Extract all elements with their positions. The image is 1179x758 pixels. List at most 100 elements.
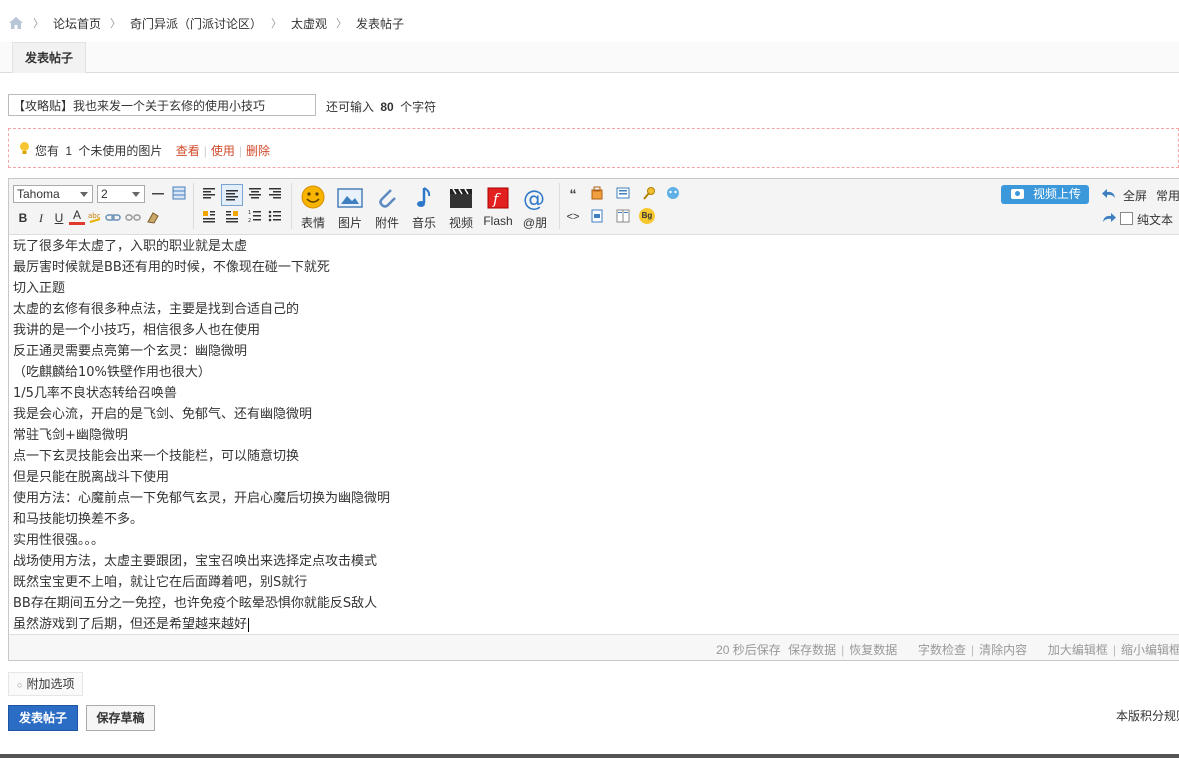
smiley-icon — [301, 185, 325, 209]
editor-text-line: 但是只能在脱离战斗下使用 — [13, 470, 170, 485]
svg-text:@: @ — [523, 187, 545, 212]
unordered-list-icon[interactable] — [267, 209, 283, 225]
board-rules-link[interactable]: 本版积分规则 — [1116, 707, 1179, 724]
music-button[interactable]: 音乐 — [409, 184, 439, 230]
restore-data-link[interactable]: 恢复数据 — [849, 643, 897, 657]
toolbar-separator — [193, 183, 194, 229]
video-upload-button[interactable]: 视频上传 — [1001, 185, 1089, 204]
video-label: 视频 — [448, 216, 473, 230]
unlink-icon[interactable] — [125, 210, 141, 226]
clear-content-link[interactable]: 清除内容 — [979, 643, 1027, 657]
float-right-icon[interactable] — [224, 209, 240, 225]
divider: | — [238, 144, 243, 158]
text-cursor — [248, 617, 250, 632]
svg-text:1: 1 — [248, 210, 251, 216]
index-icon[interactable] — [615, 186, 631, 202]
emoticon-button[interactable]: 表情 — [298, 184, 328, 230]
italic-icon[interactable]: I — [33, 210, 49, 226]
highlight-icon[interactable]: abc — [87, 210, 103, 226]
reply-view-icon[interactable] — [665, 186, 681, 202]
clear-format-icon[interactable] — [145, 210, 161, 226]
divider: | — [971, 643, 975, 657]
tab-new-post[interactable]: 发表帖子 — [12, 42, 87, 73]
chevron-right-icon: 〉 — [33, 18, 44, 30]
editor-text-line: 1/5几率不良状态转给召唤兽 — [13, 386, 177, 401]
align-left-icon[interactable] — [201, 186, 217, 202]
align-justify-left-icon[interactable] — [221, 184, 243, 206]
flash-label: Flash — [483, 214, 513, 228]
counter-suffix: 个字符 — [400, 100, 437, 114]
extra-options-label: 附加选项 — [26, 677, 75, 691]
chevron-down-icon — [132, 192, 140, 197]
editor-text-line: 最厉害时候就是BB还有用的时候，不像现在碰一下就死 — [13, 260, 330, 275]
columns-icon[interactable] — [615, 209, 631, 225]
flash-button[interactable]: f Flash — [483, 184, 513, 228]
title-char-counter: 还可输入 80 个字符 — [326, 98, 436, 115]
editor-status-bar: 20 秒后保存 保存数据 | 恢复数据 字数检查 | 清除内容 加大编辑框 | 缩小编辑框 — [9, 634, 1179, 660]
image-button[interactable]: 图片 — [335, 184, 365, 230]
editor-text-line: 我是会心流，开启的是飞剑、免郁气、还有幽隐微明 — [13, 407, 313, 422]
mention-label: @朋 — [522, 216, 548, 230]
attachment-button[interactable]: 附件 — [372, 184, 402, 230]
plain-text-checkbox[interactable] — [1120, 212, 1133, 225]
editor-text-line: 虽然游戏到了后期，但还是希望越来越好 — [13, 617, 250, 632]
background-color-icon[interactable]: Bg — [639, 208, 655, 224]
common-button[interactable]: 常用 — [1156, 187, 1179, 204]
bold-icon[interactable]: B — [15, 210, 31, 226]
fullscreen-button[interactable]: 全屏 — [1123, 187, 1147, 204]
horizontal-rule-icon[interactable] — [150, 186, 166, 202]
chevron-right-icon: 〉 — [110, 18, 122, 30]
extra-options-toggle[interactable]: ○ 附加选项 — [8, 672, 84, 696]
link-icon[interactable] — [105, 210, 121, 226]
undo-icon[interactable] — [1101, 187, 1117, 203]
align-center-icon[interactable] — [247, 186, 263, 202]
music-label: 音乐 — [411, 216, 436, 230]
video-button[interactable]: 视频 — [446, 184, 476, 230]
shrink-editor-link[interactable]: 缩小编辑框 — [1121, 643, 1179, 657]
table-icon[interactable] — [171, 186, 187, 202]
view-images-link[interactable]: 查看 — [176, 144, 200, 158]
chevron-right-icon: 〉 — [271, 18, 283, 30]
home-icon[interactable] — [8, 16, 24, 30]
editor-text-line: 使用方法：心魔前点一下免郁气玄灵，开启心魔后切换为幽隐微明 — [13, 491, 391, 506]
code-icon[interactable]: <> — [565, 209, 581, 225]
mention-button[interactable]: @ @朋 — [520, 184, 550, 230]
align-right-icon[interactable] — [267, 186, 283, 202]
font-size-select[interactable]: 2 — [97, 185, 145, 203]
notice-suffix: 个未使用的图片 — [78, 144, 163, 158]
font-family-select[interactable]: Tahoma — [13, 185, 93, 203]
redo-icon[interactable] — [1101, 211, 1117, 227]
breadcrumb-item-board[interactable]: 太虚观 — [291, 15, 327, 32]
quote-icon[interactable]: “ — [565, 186, 581, 202]
enlarge-editor-link[interactable]: 加大编辑框 — [1048, 643, 1108, 657]
submit-post-button[interactable]: 发表帖子 — [8, 705, 78, 731]
breadcrumb-item-section[interactable]: 奇门异派（门派讨论区） — [130, 15, 262, 32]
notice-message: 您有 1 个未使用的图片 查看 | 使用 | 删除 — [35, 142, 270, 159]
toolbar-separator — [559, 183, 560, 229]
bottom-bar — [0, 754, 1179, 758]
save-draft-button[interactable]: 保存草稿 — [86, 705, 155, 731]
font-color-icon[interactable]: A — [69, 209, 85, 225]
svg-text:2: 2 — [248, 218, 251, 223]
editor-text-line: 常驻飞剑+幽隐微明 — [13, 428, 128, 443]
breadcrumb-item-forum-home[interactable]: 论坛首页 — [53, 15, 101, 32]
editor-text-line: 切入正题 — [13, 281, 66, 296]
password-key-icon[interactable] — [641, 186, 657, 202]
word-check-link[interactable]: 字数检查 — [918, 643, 966, 657]
post-title-input[interactable] — [8, 94, 316, 116]
float-left-icon[interactable] — [201, 209, 217, 225]
ordered-list-icon[interactable]: 12 — [247, 209, 263, 225]
notice-prefix: 您有 — [35, 144, 60, 158]
editor-text-line: （吃麒麟给10%铁壁作用也很大） — [13, 365, 211, 380]
free-tag-icon[interactable] — [589, 186, 605, 202]
page-break-icon[interactable] — [589, 209, 605, 225]
save-data-link[interactable]: 保存数据 — [788, 643, 836, 657]
editor-content-area[interactable]: 玩了很多年太虚了，入职的职业就是太虚 最厉害时候就是BB还有用的时候，不像现在碰一… — [9, 235, 1179, 635]
editor-text-line: BB存在期间五分之一免控，也许免疫个眩晕恐惧你就能反S敌人 — [13, 596, 378, 611]
image-label: 图片 — [337, 216, 362, 230]
underline-icon[interactable]: U — [51, 210, 67, 226]
editor-text-line: 我讲的是一个小技巧，相信很多人也在使用 — [13, 323, 261, 338]
counter-prefix: 还可输入 — [326, 100, 375, 114]
use-images-link[interactable]: 使用 — [211, 144, 235, 158]
delete-images-link[interactable]: 删除 — [246, 144, 270, 158]
